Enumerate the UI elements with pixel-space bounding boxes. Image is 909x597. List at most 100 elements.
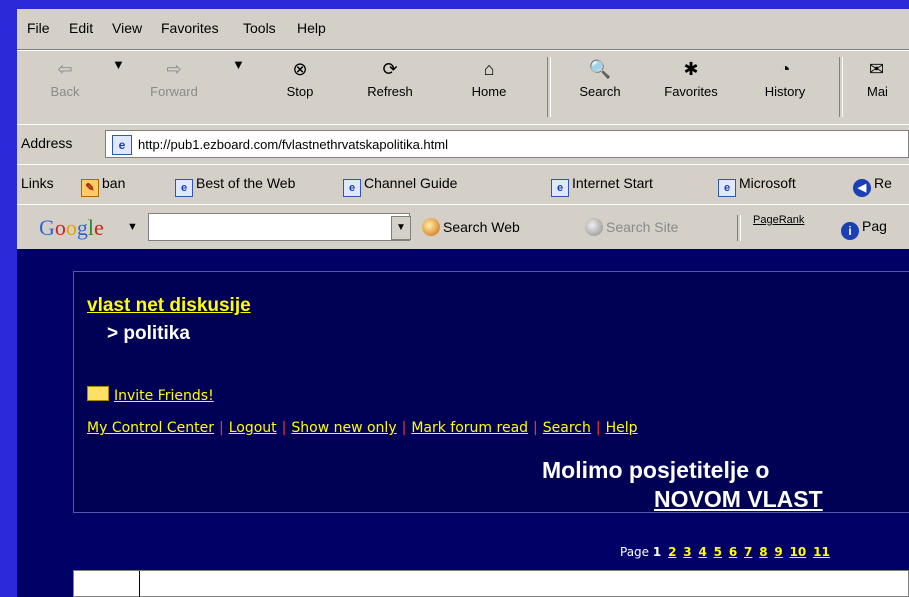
page-info-button[interactable]: i Pag	[841, 218, 887, 240]
menu-bar: File Edit View Favorites Tools Help	[17, 9, 909, 50]
forum-title-link[interactable]: vlast net diskusije	[87, 295, 251, 317]
menu-file[interactable]: File	[27, 20, 50, 36]
address-bar: Address e http://pub1.ezboard.com/fvlast…	[17, 124, 909, 165]
search-icon: 🔍	[588, 59, 612, 79]
help-link[interactable]: Help	[606, 420, 638, 436]
search-site-button[interactable]: Search Site	[585, 218, 678, 236]
stop-button[interactable]: ⊗ Stop	[279, 57, 321, 99]
search-label: Search	[579, 84, 621, 99]
page-link[interactable]: 11	[813, 545, 830, 559]
page-link[interactable]: 10	[790, 545, 807, 559]
page-link[interactable]: 8	[759, 545, 767, 559]
google-search-input[interactable]	[148, 213, 410, 241]
favorites-icon: ✱	[683, 59, 699, 79]
page-label: Page	[620, 545, 650, 559]
forward-label: Forward	[150, 84, 198, 99]
mail-icon: ✉	[869, 59, 885, 79]
link-re[interactable]: ◀ Re	[853, 175, 892, 197]
nav-separator: |	[401, 420, 407, 436]
forward-button[interactable]: ⇨ Forward	[134, 57, 214, 99]
browser-window: File Edit View Favorites Tools Help ⇦ Ba…	[17, 9, 909, 597]
back-arrow-icon: ⇦	[57, 59, 73, 79]
stop-icon: ⊗	[292, 59, 308, 79]
search-link[interactable]: Search	[543, 420, 591, 436]
globe-icon: ◀	[853, 179, 871, 197]
menu-tools[interactable]: Tools	[243, 20, 276, 36]
link-channel-guide[interactable]: e Channel Guide	[343, 175, 457, 197]
google-toolbar: Google ▼ ▼ Search Web Search Site PageRa…	[17, 204, 909, 250]
refresh-button[interactable]: ⟳ Refresh	[355, 57, 425, 99]
stop-label: Stop	[286, 84, 314, 99]
pagerank-indicator[interactable]: PageRank	[753, 214, 804, 226]
address-label: Address	[21, 135, 73, 151]
google-logo[interactable]: Google	[39, 215, 104, 241]
mark-forum-read-link[interactable]: Mark forum read	[411, 420, 528, 436]
nav-separator: |	[219, 420, 224, 436]
invite-card-icon	[87, 386, 109, 401]
page-icon: e	[112, 135, 132, 155]
mail-button[interactable]: ✉ Mai	[861, 57, 909, 99]
search-web-button[interactable]: Search Web	[422, 218, 520, 236]
toolbar-separator	[547, 57, 551, 117]
page-link[interactable]: 7	[744, 545, 752, 559]
my-control-center-link[interactable]: My Control Center	[87, 420, 214, 436]
page-link[interactable]: 6	[729, 545, 737, 559]
back-label: Back	[50, 84, 80, 99]
table-column-divider	[139, 571, 140, 597]
notice-line-1: Molimo posjetitelje o	[542, 457, 770, 483]
address-url: http://pub1.ezboard.com/fvlastnethrvatsk…	[138, 137, 448, 152]
mail-label: Mai	[867, 84, 888, 99]
menu-edit[interactable]: Edit	[69, 20, 93, 36]
nav-separator: |	[281, 420, 287, 436]
forum-header-box: vlast net diskusije > politika Invite Fr…	[73, 271, 909, 513]
notice-line-2[interactable]: NOVOM VLAST	[654, 486, 823, 513]
ie-page-icon: e	[551, 179, 569, 197]
link-ban[interactable]: ✎ ban	[81, 175, 125, 197]
invite-friends: Invite Friends!	[87, 386, 214, 404]
toolbar-separator	[737, 215, 741, 241]
page-content: vlast net diskusije > politika Invite Fr…	[17, 249, 909, 597]
back-dropdown-icon[interactable]: ▼	[112, 57, 125, 72]
standard-toolbar: ⇦ Back ▼ ⇨ Forward ▼ ⊗ Stop ⟳ Refresh ⌂ …	[17, 50, 909, 125]
page-link[interactable]: 2	[668, 545, 676, 559]
invite-friends-link[interactable]: Invite Friends!	[114, 388, 214, 404]
show-new-only-link[interactable]: Show new only	[291, 420, 396, 436]
home-button[interactable]: ⌂ Home	[463, 57, 515, 99]
link-internet-start[interactable]: e Internet Start	[551, 175, 653, 197]
link-microsoft[interactable]: e Microsoft	[718, 175, 796, 197]
forum-nav-links: My Control Center | Logout | Show new only | M…	[87, 420, 638, 436]
link-best-of-the-web[interactable]: e Best of the Web	[175, 175, 295, 197]
links-bar: Links ✎ ban e Best of the Web e Channel Gui…	[17, 164, 909, 205]
menu-favorites[interactable]: Favorites	[161, 20, 219, 36]
nav-separator: |	[595, 420, 601, 436]
history-button[interactable]: ◔ History	[753, 57, 817, 99]
google-menu-dropdown-icon[interactable]: ▼	[127, 221, 138, 233]
current-page: 1	[652, 545, 662, 559]
refresh-label: Refresh	[367, 84, 413, 99]
google-search-history-dropdown-icon[interactable]: ▼	[391, 216, 411, 240]
binoculars-icon	[422, 218, 440, 236]
menu-help[interactable]: Help	[297, 20, 326, 36]
info-icon: i	[841, 222, 859, 240]
favorites-button[interactable]: ✱ Favorites	[649, 57, 733, 99]
page-link[interactable]: 9	[774, 545, 782, 559]
toolbar-separator	[839, 57, 843, 117]
nav-separator: |	[533, 420, 538, 436]
back-button[interactable]: ⇦ Back	[39, 57, 91, 99]
page-link[interactable]: 4	[698, 545, 706, 559]
page-link[interactable]: 3	[683, 545, 691, 559]
menu-view[interactable]: View	[112, 20, 142, 36]
forum-subtitle: > politika	[107, 323, 190, 344]
search-button[interactable]: 🔍 Search	[565, 57, 635, 99]
topic-table	[73, 570, 909, 597]
binoculars-icon	[585, 218, 603, 236]
refresh-icon: ⟳	[382, 59, 398, 79]
history-label: History	[764, 84, 806, 99]
page-link[interactable]: 5	[714, 545, 722, 559]
forward-dropdown-icon[interactable]: ▼	[232, 57, 245, 72]
links-label: Links	[21, 175, 54, 191]
ie-page-icon: e	[343, 179, 361, 197]
logout-link[interactable]: Logout	[229, 420, 277, 436]
address-input[interactable]: e http://pub1.ezboard.com/fvlastnethrvat…	[105, 130, 909, 158]
home-label: Home	[471, 84, 507, 99]
